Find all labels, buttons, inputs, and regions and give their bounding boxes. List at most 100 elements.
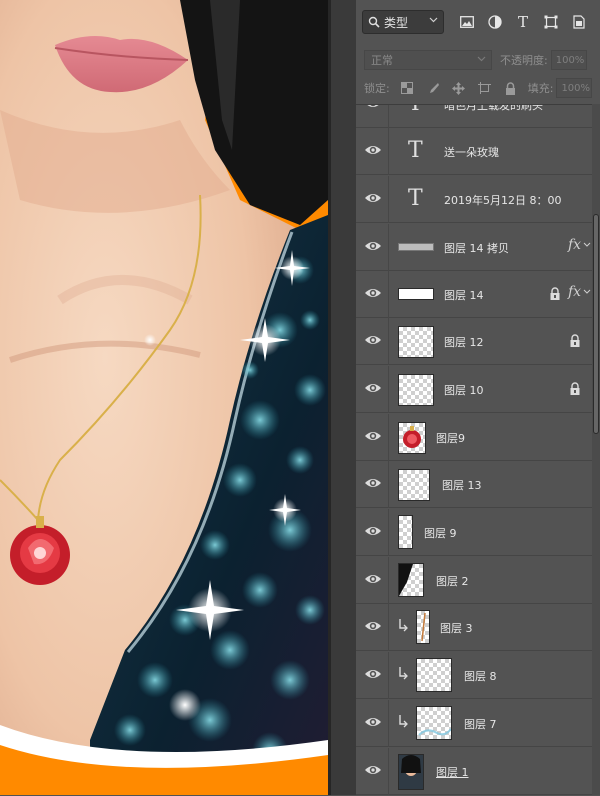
blend-mode-value: 正常 [371, 54, 393, 67]
layer-thumbnail [398, 288, 434, 300]
clipping-mask-icon [399, 619, 408, 632]
text-filter-icon[interactable]: T [512, 11, 534, 33]
panel-separator [328, 0, 356, 795]
lock-icon [570, 334, 580, 347]
layer-name: 图层 1 [436, 766, 469, 779]
layer-row[interactable]: 图层 14 拷贝 fx [356, 224, 592, 271]
layer-row[interactable]: 图层 10 [356, 366, 592, 413]
lock-label: 锁定: [364, 82, 390, 95]
visibility-eye-icon[interactable] [364, 715, 382, 729]
lock-icon [570, 382, 580, 395]
clipping-mask-icon [399, 667, 408, 680]
visibility-eye-icon[interactable] [364, 667, 382, 681]
filter-kind-label: 类型 [384, 15, 409, 30]
layer-name: 图层 13 [442, 479, 482, 492]
lock-all-icon[interactable] [502, 79, 520, 97]
layer-name: 图层 3 [440, 622, 473, 635]
visibility-eye-icon[interactable] [364, 333, 382, 347]
chevron-down-icon [477, 56, 486, 62]
visibility-eye-icon[interactable] [364, 381, 382, 395]
blend-mode-dropdown[interactable]: 正常 [364, 50, 492, 70]
layer-thumbnail [398, 422, 426, 454]
visibility-eye-icon[interactable] [364, 286, 382, 300]
visibility-eye-icon[interactable] [364, 619, 382, 633]
visibility-eye-icon[interactable] [364, 239, 382, 253]
filter-kind-dropdown[interactable]: 类型 [362, 10, 444, 34]
lock-options-bar: 锁定: 填充: 100% [356, 72, 600, 104]
shape-filter-icon[interactable] [540, 11, 562, 33]
adjustment-filter-icon[interactable] [484, 11, 506, 33]
layer-name: 图层 8 [464, 670, 497, 683]
layer-thumbnail [416, 706, 452, 740]
visibility-eye-icon[interactable] [364, 476, 382, 490]
chevron-down-icon[interactable] [583, 242, 591, 248]
layer-row[interactable]: 图层 3 [356, 604, 592, 651]
fill-field[interactable]: 100% [556, 78, 593, 98]
layer-thumbnail [398, 754, 424, 790]
visibility-eye-icon[interactable] [364, 429, 382, 443]
layer-row[interactable]: 图层 13 [356, 461, 592, 508]
image-filter-icon[interactable] [456, 11, 478, 33]
layer-name: 图层9 [436, 432, 465, 445]
layer-effects-icon[interactable]: fx [568, 284, 581, 300]
search-icon [368, 16, 380, 28]
lock-transparent-pixels-icon[interactable] [398, 79, 416, 97]
scrollbar-thumb[interactable] [593, 214, 599, 434]
layer-thumbnail [398, 374, 434, 406]
layer-row[interactable]: T 暗色月上载发的刷头 [356, 104, 592, 128]
layer-name: 图层 2 [436, 575, 469, 588]
layer-row[interactable]: 图层 14 fx [356, 271, 592, 318]
text-layer-icon: T [408, 186, 423, 211]
layer-effects-icon[interactable]: fx [568, 237, 581, 253]
rose-thumbnail-icon [403, 426, 421, 448]
layer-name: 图层 14 拷贝 [444, 242, 509, 255]
layer-name: 图层 9 [424, 527, 457, 540]
layer-row[interactable]: 图层 12 [356, 318, 592, 365]
layer-row[interactable]: T 送一朵玫瑰 [356, 128, 592, 175]
layer-row[interactable]: 图层 7 [356, 700, 592, 747]
fill-label: 填充: [527, 82, 554, 95]
layer-name: 送一朵玫瑰 [444, 146, 499, 159]
lock-icon [550, 287, 560, 300]
document-canvas[interactable] [0, 0, 328, 795]
layer-thumbnail [416, 658, 452, 692]
layer-thumbnail [398, 469, 430, 501]
visibility-eye-icon[interactable] [364, 191, 382, 205]
layer-row[interactable]: 图层 9 [356, 509, 592, 556]
layer-name: 图层 12 [444, 336, 484, 349]
visibility-eye-icon[interactable] [364, 572, 382, 586]
layers-panel: 类型 T 正常 不透明度: 100% 锁定: 填充: 100% 暗色月上载发的刷… [356, 0, 600, 795]
layer-list: T 暗色月上载发的刷头 T 送一朵玫瑰 T 2019年5月12日 8：00 图层… [356, 104, 592, 796]
layer-filter-bar: 类型 T [356, 6, 600, 38]
smart-object-filter-icon[interactable] [568, 11, 590, 33]
layers-scrollbar[interactable] [592, 104, 600, 795]
lock-artboard-icon[interactable] [476, 79, 494, 97]
layer-thumbnail [416, 610, 430, 644]
layer-thumbnail [398, 515, 413, 549]
layer-row[interactable]: 图层 1 [356, 748, 592, 795]
layer-thumbnail [398, 563, 424, 597]
text-layer-icon: T [408, 138, 423, 163]
visibility-eye-icon[interactable] [364, 524, 382, 538]
lock-position-icon[interactable] [450, 79, 468, 97]
layer-row[interactable]: 图层 2 [356, 557, 592, 604]
clipping-mask-icon [399, 715, 408, 728]
layer-row[interactable]: 图层 8 [356, 652, 592, 699]
chevron-down-icon[interactable] [583, 289, 591, 295]
text-layer-icon: T [408, 105, 423, 116]
layer-row[interactable]: 图层9 [356, 414, 592, 461]
layer-name: 图层 14 [444, 289, 484, 302]
layer-name: 2019年5月12日 8：00 [444, 194, 562, 207]
chevron-down-icon [429, 17, 438, 23]
layer-name: 暗色月上载发的刷头 [444, 104, 543, 112]
opacity-field[interactable]: 100% [550, 50, 587, 70]
layer-thumbnail [398, 243, 434, 251]
visibility-eye-icon[interactable] [364, 143, 382, 157]
visibility-eye-icon[interactable] [364, 104, 382, 110]
artwork-illustration [0, 0, 328, 795]
lock-image-pixels-icon[interactable] [424, 79, 442, 97]
visibility-eye-icon[interactable] [364, 763, 382, 777]
layer-row[interactable]: T 2019年5月12日 8：00 [356, 176, 592, 223]
layer-name: 图层 10 [444, 384, 484, 397]
layer-name: 图层 7 [464, 718, 497, 731]
